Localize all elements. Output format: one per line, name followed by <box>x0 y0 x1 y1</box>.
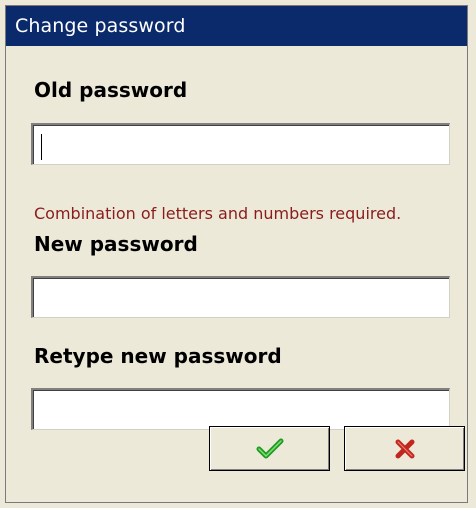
retype-password-input[interactable] <box>31 388 450 430</box>
dialog-title: Change password <box>6 6 467 46</box>
old-password-label: Old password <box>34 78 188 102</box>
change-password-dialog: Change password Old password Combination… <box>5 5 468 503</box>
retype-password-label: Retype new password <box>34 344 282 368</box>
new-password-label: New password <box>34 232 198 256</box>
checkmark-icon <box>256 438 283 458</box>
text-caret <box>41 134 42 160</box>
new-password-input[interactable] <box>31 276 450 318</box>
password-requirement-hint: Combination of letters and numbers requi… <box>34 204 402 223</box>
ok-button[interactable] <box>209 426 330 471</box>
x-icon <box>395 439 414 458</box>
old-password-input[interactable] <box>31 123 450 165</box>
cancel-button[interactable] <box>344 426 465 471</box>
